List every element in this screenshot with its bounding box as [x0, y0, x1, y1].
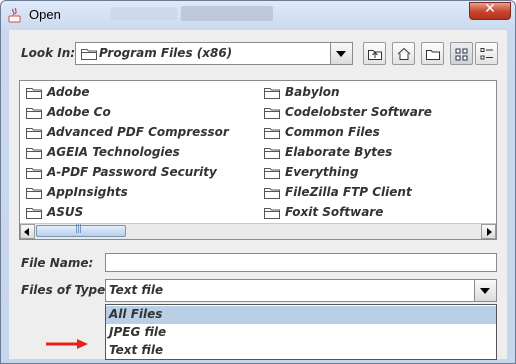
files-of-type-value: Text file [109, 283, 164, 297]
files-of-type-combo[interactable]: Text file [105, 279, 497, 302]
scroll-right-icon[interactable] [481, 224, 496, 239]
window-title: Open [29, 7, 61, 22]
close-button[interactable]: ✕ [469, 1, 511, 20]
folder-icon [26, 108, 42, 119]
title-bar[interactable]: Open ✕ [1, 1, 515, 29]
list-item-label: Everything [285, 165, 359, 179]
list-view-icon [455, 48, 468, 61]
list-item-label: Foxit Software [285, 205, 384, 219]
dialog-body: Look In: Program Files (x86) Adobe Adobe… [9, 30, 507, 360]
scroll-left-icon[interactable] [20, 224, 35, 239]
folder-icon [26, 88, 42, 99]
new-folder-icon [426, 50, 440, 60]
look-in-combo[interactable]: Program Files (x86) [75, 42, 353, 65]
scrollbar-thumb[interactable] [36, 224, 126, 237]
details-view-button[interactable] [475, 42, 498, 65]
red-arrow-annotation [46, 339, 88, 349]
list-item-label: Adobe Co [47, 105, 111, 119]
details-view-icon [480, 48, 493, 60]
folder-icon [26, 148, 42, 159]
home-button[interactable] [392, 42, 415, 65]
folder-icon [264, 148, 280, 159]
folder-icon [264, 168, 280, 179]
file-list[interactable]: Adobe Adobe Co Advanced PDF Compressor A… [19, 80, 497, 240]
list-item-label: Elaborate Bytes [285, 145, 393, 159]
horizontal-scrollbar[interactable] [20, 223, 496, 239]
up-one-level-button[interactable] [363, 42, 386, 65]
file-type-dropdown[interactable]: All Files JPEG file Text file [105, 304, 497, 360]
folder-icon [26, 128, 42, 139]
dropdown-option[interactable]: JPEG file [106, 324, 496, 342]
folder-icon [264, 88, 280, 99]
blurred-background-text [111, 7, 177, 20]
up-folder-icon [368, 50, 382, 60]
folder-icon [264, 188, 280, 199]
chevron-down-icon[interactable] [474, 280, 496, 301]
list-item-label: Advanced PDF Compressor [47, 125, 229, 139]
dropdown-option-label: All Files [109, 307, 163, 321]
dropdown-option-label: JPEG file [109, 325, 167, 339]
folder-icon [26, 188, 42, 199]
home-icon [397, 47, 411, 60]
list-item-label: AGEIA Technologies [47, 145, 180, 159]
folder-icon [264, 108, 280, 119]
dropdown-option[interactable]: All Files [106, 306, 496, 324]
file-name-label: File Name: [21, 256, 94, 270]
list-item-label: Adobe [47, 85, 90, 99]
folder-icon [81, 49, 97, 60]
list-view-button[interactable] [450, 42, 473, 65]
blurred-background-text [181, 6, 273, 21]
look-in-value: Program Files (x86) [99, 46, 233, 60]
java-app-icon [8, 7, 21, 23]
close-icon: ✕ [484, 1, 496, 17]
folder-icon [26, 208, 42, 219]
list-item-label: ASUS [47, 205, 84, 219]
list-item-label: AppInsights [47, 185, 128, 199]
folder-icon [264, 208, 280, 219]
list-item-label: Common Files [285, 125, 380, 139]
list-item-label: A-PDF Password Security [47, 165, 217, 179]
dropdown-option[interactable]: Text file [106, 342, 496, 360]
folder-icon [264, 128, 280, 139]
folder-icon [26, 168, 42, 179]
open-dialog: Open ✕ Look In: Program Files (x86) Adob… [0, 0, 516, 364]
file-name-field[interactable] [105, 253, 497, 272]
files-of-type-label: Files of Type: [21, 283, 111, 297]
list-item-label: Babylon [285, 85, 340, 99]
chevron-down-icon[interactable] [330, 43, 352, 64]
list-item-label: Codelobster Software [285, 105, 432, 119]
new-folder-button[interactable] [421, 42, 444, 65]
dropdown-option-label: Text file [109, 343, 164, 357]
look-in-label: Look In: [21, 46, 76, 60]
list-item-label: FileZilla FTP Client [285, 185, 412, 199]
